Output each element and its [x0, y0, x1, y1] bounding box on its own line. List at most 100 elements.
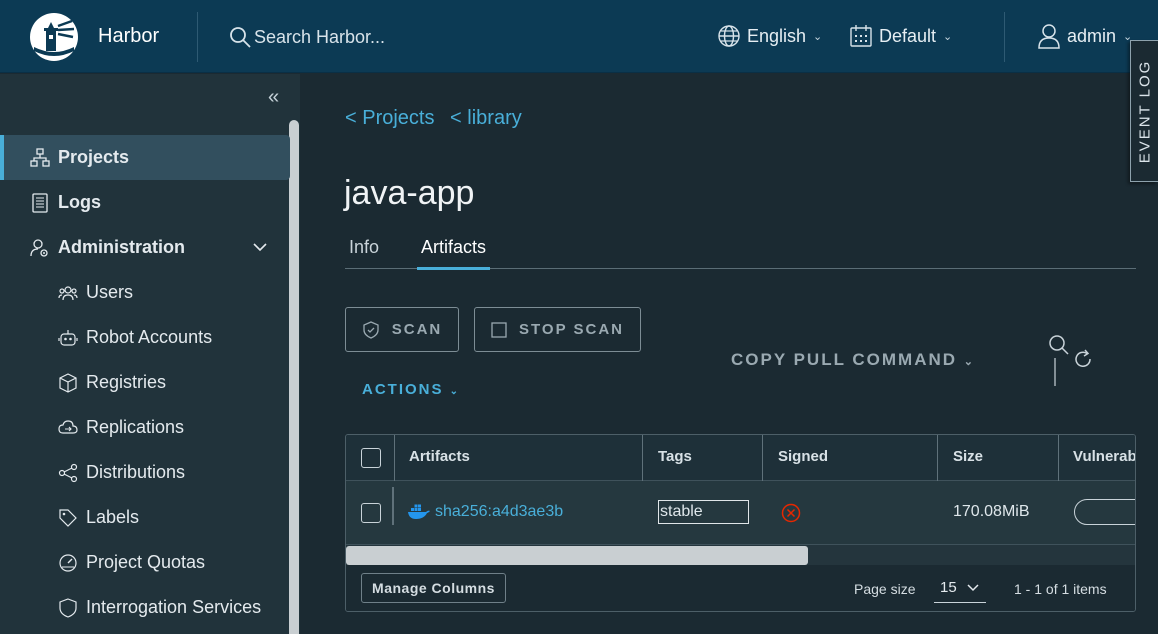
column-separator[interactable] — [1058, 435, 1059, 481]
breadcrumb-projects-link[interactable]: < Projects — [345, 107, 434, 129]
robot-icon — [58, 329, 78, 346]
not-signed-icon — [781, 503, 801, 523]
tag-cell[interactable]: stable — [658, 500, 749, 524]
stop-icon — [491, 321, 507, 338]
column-separator[interactable] — [642, 435, 643, 481]
collapse-sidebar-icon[interactable]: « — [268, 86, 279, 109]
shield-icon — [59, 597, 77, 618]
column-header-vulnerabilities[interactable]: Vulnerab — [1073, 448, 1135, 465]
sidebar-item-project-quotas[interactable]: Project Quotas — [0, 540, 290, 585]
app-brand[interactable]: Harbor — [98, 25, 159, 48]
sidebar-item-label: Interrogation Services — [86, 597, 262, 617]
tab-info[interactable]: Info — [349, 237, 379, 258]
user-menu[interactable]: admin ⌄ — [1037, 22, 1132, 50]
logs-icon — [32, 192, 48, 213]
docker-icon — [408, 504, 430, 519]
page-size-label: Page size — [854, 581, 916, 597]
column-separator[interactable] — [394, 435, 395, 481]
language-dropdown[interactable]: English ⌄ — [717, 22, 822, 50]
chevron-down-icon: ⌄ — [449, 386, 459, 397]
sidebar-item-interrogation-services[interactable]: Interrogation Services — [0, 585, 290, 630]
select-all-checkbox[interactable] — [361, 448, 381, 468]
breadcrumb: < Projects < library — [345, 107, 532, 130]
chevron-down-icon: ⌄ — [963, 356, 973, 368]
datagrid-header: Artifacts Tags Signed Size Vulnerab — [346, 435, 1135, 481]
sidebar-item-logs[interactable]: Logs — [0, 180, 290, 225]
sidebar-item-label: Project Quotas — [86, 552, 206, 572]
header-divider — [1004, 12, 1005, 62]
scan-button-label: SCAN — [391, 321, 443, 338]
theme-dropdown[interactable]: Default ⌄ — [849, 22, 952, 50]
sidebar-item-label: Users — [86, 282, 134, 302]
actions-dropdown[interactable]: ACTIONS ⌄ — [362, 381, 458, 398]
column-separator[interactable] — [937, 435, 938, 481]
sidebar-item-labels[interactable]: Labels — [0, 495, 290, 540]
registries-icon — [59, 372, 77, 393]
user-icon — [1038, 24, 1060, 49]
chevron-down-icon[interactable] — [252, 239, 268, 255]
vulnerability-badge[interactable] — [1074, 499, 1135, 525]
page-size-value: 15 — [940, 579, 957, 596]
sidebar-item-users[interactable]: Users — [0, 270, 290, 315]
manage-columns-button[interactable]: Manage Columns — [361, 573, 506, 603]
column-header-tags[interactable]: Tags — [658, 448, 692, 465]
sidebar-item-label: Logs — [58, 192, 101, 212]
calendar-icon — [850, 25, 872, 47]
tab-artifacts[interactable]: Artifacts — [416, 237, 491, 270]
actions-label: ACTIONS — [362, 381, 444, 398]
label-tag-icon — [59, 508, 77, 527]
column-separator[interactable] — [762, 435, 763, 481]
chevron-down-icon: ⌄ — [943, 30, 953, 43]
page-title: java-app — [344, 174, 475, 212]
copy-pull-label: COPY PULL COMMAND — [731, 350, 958, 369]
refresh-icon[interactable] — [1072, 348, 1094, 370]
sidebar-item-label: Robot Accounts — [86, 327, 213, 347]
table-row: sha256:a4d3ae3b stable 170.08MiB — [346, 481, 1135, 545]
search-icon — [230, 27, 251, 48]
sidebar-item-robot-accounts[interactable]: Robot Accounts — [0, 315, 290, 360]
replications-icon — [58, 419, 78, 434]
sidebar-item-projects[interactable]: Projects — [0, 135, 290, 180]
sidebar-item-label: Administration — [58, 237, 186, 257]
administration-icon — [30, 238, 48, 257]
sidebar-item-label: Registries — [86, 372, 167, 392]
main-content: < Projects < library java-app Info Artif… — [300, 74, 1136, 634]
artifact-digest-link[interactable]: sha256:a4d3ae3b — [435, 503, 563, 521]
username: admin — [1067, 25, 1117, 46]
datagrid-footer: Manage Columns Page size 15 1 - 1 of 1 i… — [346, 565, 1135, 611]
sidebar-item-administration[interactable]: Administration — [0, 225, 290, 270]
sidebar-item-label: Projects — [58, 147, 130, 167]
sidebar-scrollbar[interactable] — [289, 120, 299, 634]
event-log-tab[interactable]: EVENT LOG — [1130, 40, 1158, 182]
stop-scan-label: STOP SCAN — [519, 321, 624, 338]
sidebar-item-distributions[interactable]: Distributions — [0, 450, 290, 495]
distributions-icon — [58, 463, 78, 482]
sidebar-item-replications[interactable]: Replications — [0, 405, 290, 450]
page-size-select[interactable]: 15 — [934, 573, 986, 603]
global-search[interactable]: Search Harbor... — [228, 23, 385, 51]
quotas-icon — [59, 553, 77, 572]
scrollbar-thumb[interactable] — [346, 546, 808, 565]
scan-button[interactable]: SCAN — [345, 307, 459, 352]
projects-icon — [30, 147, 50, 167]
row-divider — [392, 487, 394, 525]
search-filter-icon[interactable] — [1048, 334, 1072, 388]
search-input[interactable]: Search Harbor... — [254, 27, 385, 48]
sidebar-item-registries[interactable]: Registries — [0, 360, 290, 405]
theme-label: Default — [879, 25, 937, 46]
items-count: 1 - 1 of 1 items — [1014, 581, 1107, 597]
sidebar: « Projects Logs Administration Users Rob… — [0, 74, 300, 634]
users-icon — [58, 285, 78, 300]
row-select-checkbox[interactable] — [361, 503, 381, 523]
datagrid-horizontal-scrollbar[interactable] — [346, 545, 1135, 565]
column-header-signed[interactable]: Signed — [778, 448, 828, 465]
column-header-size[interactable]: Size — [953, 448, 983, 465]
breadcrumb-library-link[interactable]: < library — [450, 107, 522, 129]
copy-pull-command-dropdown[interactable]: COPY PULL COMMAND ⌄ — [731, 350, 973, 370]
artifacts-datagrid: Artifacts Tags Signed Size Vulnerab sha2… — [345, 434, 1136, 612]
language-label: English — [747, 25, 807, 46]
column-header-artifacts[interactable]: Artifacts — [409, 448, 470, 465]
stop-scan-button[interactable]: STOP SCAN — [474, 307, 641, 352]
harbor-logo-icon[interactable] — [28, 11, 80, 63]
top-header: Harbor Search Harbor... English ⌄ Defaul… — [0, 0, 1158, 73]
